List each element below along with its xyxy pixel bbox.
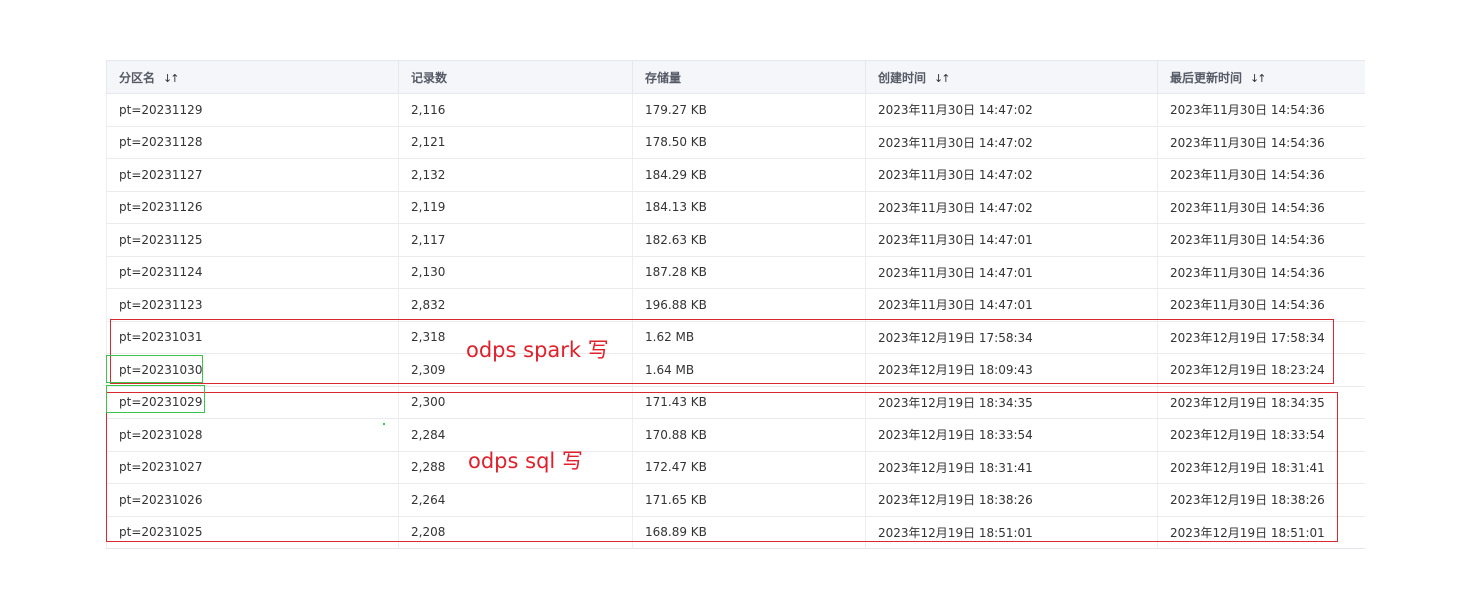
cell-storage-size: 184.29 KB bbox=[632, 158, 866, 192]
cell-storage-size: 182.63 KB bbox=[632, 223, 866, 257]
cell-storage-size: 184.13 KB bbox=[632, 191, 866, 224]
spark-annotation-box bbox=[110, 319, 1334, 384]
sort-icon[interactable]: ↓↑ bbox=[934, 72, 951, 85]
table-header: 分区名 ↓↑ 记录数 存储量 创建时间 ↓↑ 最后更新时间 ↓↑ bbox=[106, 60, 1365, 94]
cell-last-updated-time: 2023年11月30日 14:54:36 bbox=[1157, 158, 1365, 192]
cell-record-count: 2,132 bbox=[398, 158, 633, 192]
table-row[interactable]: pt=20231126 2,119 184.13 KB 2023年11月30日 14:… bbox=[106, 191, 1365, 224]
cell-storage-size: 196.88 KB bbox=[632, 288, 866, 322]
cell-storage-size: 178.50 KB bbox=[632, 126, 866, 159]
cell-partition-name: pt=20231124 bbox=[106, 256, 399, 289]
cell-created-time: 2023年11月30日 14:47:02 bbox=[865, 158, 1158, 192]
cell-record-count: 2,832 bbox=[398, 288, 633, 322]
cell-last-updated-time: 2023年11月30日 14:54:36 bbox=[1157, 93, 1365, 127]
cell-record-count: 2,121 bbox=[398, 126, 633, 159]
sql-annotation-label: odps sql 写 bbox=[468, 449, 583, 473]
column-label: 最后更新时间 bbox=[1170, 70, 1243, 85]
partition-highlight-box-20231029 bbox=[106, 385, 205, 413]
cell-last-updated-time: 2023年11月30日 14:54:36 bbox=[1157, 191, 1365, 224]
cell-partition-name: pt=20231129 bbox=[106, 93, 399, 127]
table-row[interactable]: pt=20231128 2,121 178.50 KB 2023年11月30日 14:… bbox=[106, 126, 1365, 159]
table-row[interactable]: pt=20231125 2,117 182.63 KB 2023年11月30日 14:… bbox=[106, 223, 1365, 257]
column-header-last-updated-time[interactable]: 最后更新时间 ↓↑ bbox=[1157, 60, 1365, 94]
cell-partition-name: pt=20231125 bbox=[106, 223, 399, 257]
cell-last-updated-time: 2023年11月30日 14:54:36 bbox=[1157, 223, 1365, 257]
cell-storage-size: 179.27 KB bbox=[632, 93, 866, 127]
cell-last-updated-time: 2023年11月30日 14:54:36 bbox=[1157, 288, 1365, 322]
column-label: 记录数 bbox=[411, 70, 448, 85]
sort-icon[interactable]: ↓↑ bbox=[1250, 72, 1267, 85]
header-row: 分区名 ↓↑ 记录数 存储量 创建时间 ↓↑ 最后更新时间 ↓↑ bbox=[106, 60, 1365, 94]
cell-partition-name: pt=20231127 bbox=[106, 158, 399, 192]
cell-last-updated-time: 2023年11月30日 14:54:36 bbox=[1157, 126, 1365, 159]
column-header-created-time[interactable]: 创建时间 ↓↑ bbox=[865, 60, 1158, 94]
cell-created-time: 2023年11月30日 14:47:01 bbox=[865, 288, 1158, 322]
table-row[interactable]: pt=20231127 2,132 184.29 KB 2023年11月30日 14:… bbox=[106, 158, 1365, 192]
cell-record-count: 2,119 bbox=[398, 191, 633, 224]
table-row[interactable]: pt=20231124 2,130 187.28 KB 2023年11月30日 14:… bbox=[106, 256, 1365, 289]
cell-record-count: 2,116 bbox=[398, 93, 633, 127]
column-header-storage-size: 存储量 bbox=[632, 60, 866, 94]
cell-partition-name: pt=20231126 bbox=[106, 191, 399, 224]
column-label: 存储量 bbox=[645, 70, 682, 85]
cell-created-time: 2023年11月30日 14:47:01 bbox=[865, 223, 1158, 257]
column-label: 创建时间 bbox=[878, 70, 927, 85]
spark-annotation-label: odps spark 写 bbox=[466, 338, 609, 362]
cell-record-count: 2,130 bbox=[398, 256, 633, 289]
cell-partition-name: pt=20231128 bbox=[106, 126, 399, 159]
sort-icon[interactable]: ↓↑ bbox=[163, 72, 180, 85]
partition-highlight-box-20231030 bbox=[106, 355, 203, 383]
table-row[interactable]: pt=20231129 2,116 179.27 KB 2023年11月30日 14:… bbox=[106, 93, 1365, 127]
cell-storage-size: 187.28 KB bbox=[632, 256, 866, 289]
cell-created-time: 2023年11月30日 14:47:02 bbox=[865, 93, 1158, 127]
cell-partition-name: pt=20231123 bbox=[106, 288, 399, 322]
cell-record-count: 2,117 bbox=[398, 223, 633, 257]
cell-created-time: 2023年11月30日 14:47:02 bbox=[865, 191, 1158, 224]
stray-mark bbox=[383, 423, 385, 425]
cell-last-updated-time: 2023年11月30日 14:54:36 bbox=[1157, 256, 1365, 289]
cell-created-time: 2023年11月30日 14:47:02 bbox=[865, 126, 1158, 159]
sql-annotation-box bbox=[106, 392, 1338, 542]
cell-created-time: 2023年11月30日 14:47:01 bbox=[865, 256, 1158, 289]
column-header-record-count: 记录数 bbox=[398, 60, 633, 94]
table-row[interactable]: pt=20231123 2,832 196.88 KB 2023年11月30日 14:… bbox=[106, 288, 1365, 322]
column-header-partition-name[interactable]: 分区名 ↓↑ bbox=[106, 60, 399, 94]
column-label: 分区名 bbox=[119, 70, 156, 85]
